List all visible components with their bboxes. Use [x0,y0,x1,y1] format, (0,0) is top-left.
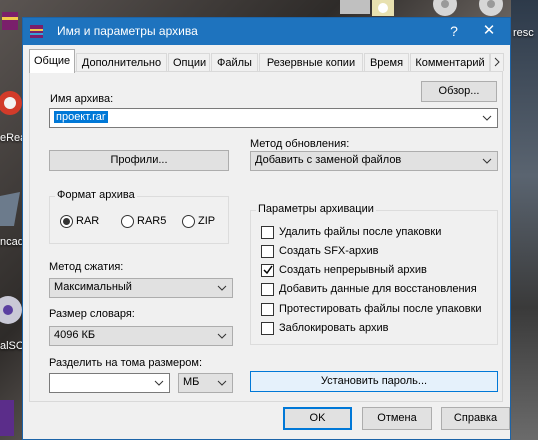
tab-files[interactable]: Файлы [211,53,258,71]
update-method-select[interactable]: Добавить с заменой файлов [250,151,498,171]
volume-unit-value: МБ [183,376,200,388]
browse-button[interactable]: Обзор... [421,81,497,102]
general-tab-panel: Имя архива: Обзор... проект.rar Профили.… [29,71,503,402]
checkbox-recovery-record-label[interactable]: Добавить данные для восстановления [279,283,477,295]
tab-time[interactable]: Время [364,53,409,71]
checkbox-recovery-record[interactable] [261,283,274,296]
chevron-right-icon [494,57,500,67]
desktop-bottom-icon[interactable] [0,396,20,440]
checkbox-lock-archive[interactable] [261,322,274,335]
dictionary-label: Размер словаря: [49,308,135,320]
tab-advanced[interactable]: Дополнительно [76,53,167,71]
radio-zip-label[interactable]: ZIP [198,215,215,227]
cancel-button[interactable]: Отмена [362,407,432,430]
desktop-label-disc: alSO [0,340,25,352]
set-password-button[interactable]: Установить пароль... [250,371,498,392]
close-icon[interactable]: ✕ [475,20,503,42]
volume-unit-select[interactable]: МБ [178,373,233,393]
archive-format-title: Формат архива [55,189,137,201]
compression-select[interactable]: Максимальный [49,278,233,298]
archive-name-input[interactable]: проект.rar [49,108,498,128]
archive-name-label: Имя архива: [50,93,114,105]
desktop-top-icon-1[interactable] [340,0,370,18]
help-titlebar-button[interactable]: ? [443,20,465,42]
compression-label: Метод сжатия: [49,261,124,273]
checkbox-delete-files-label[interactable]: Удалить файлы после упаковки [279,226,441,238]
volume-size-input[interactable] [49,373,170,393]
dialog-title: Имя и параметры архива [57,24,198,38]
checkbox-test-files-label[interactable]: Протестировать файлы после упаковки [279,303,482,315]
archive-format-group: Формат архива RAR RAR5 ZIP [49,189,229,244]
profiles-button[interactable]: Профили... [49,150,229,171]
archive-options-group: Параметры архивации Удалить файлы после … [250,203,498,345]
winrar-app-icon [30,25,43,38]
chevron-down-icon [217,380,227,386]
checkbox-test-files[interactable] [261,303,274,316]
archive-name-value: проект.rar [54,111,108,123]
checkbox-create-sfx-label[interactable]: Создать SFX-архив [279,245,379,257]
dialog-titlebar[interactable]: Имя и параметры архива ? ✕ [23,18,510,45]
desktop-app-icon[interactable] [0,190,22,230]
dictionary-select[interactable]: 4096 КБ [49,326,233,346]
desktop-reader-icon[interactable] [0,85,22,125]
chevron-down-icon [217,285,227,291]
chevron-down-icon[interactable] [481,109,493,127]
radio-zip[interactable] [182,215,195,228]
radio-rar[interactable] [60,215,73,228]
desktop-top-icon-4[interactable] [476,0,506,18]
tab-comment[interactable]: Комментарий [410,53,490,71]
tab-scroll-arrows[interactable] [490,53,504,71]
desktop-label-app: ncad [0,236,24,248]
tab-general[interactable]: Общие [29,49,75,73]
volumes-label: Разделить на тома размером: [49,357,203,369]
radio-rar-label[interactable]: RAR [76,215,99,227]
tab-options[interactable]: Опции [168,53,210,71]
compression-value: Максимальный [54,281,132,293]
desktop-right-strip [511,0,538,440]
desktop-disc-icon[interactable] [0,290,22,334]
tab-backups[interactable]: Резервные копии [259,53,363,71]
archive-dialog: Имя и параметры архива ? ✕ Общие Дополни… [22,17,511,440]
checkbox-lock-archive-label[interactable]: Заблокировать архив [279,322,388,334]
chevron-down-icon[interactable] [153,374,165,392]
chevron-down-icon [217,333,227,339]
desktop-label-right: resc [513,27,534,39]
update-method-value: Добавить с заменой файлов [255,154,402,166]
update-method-label: Метод обновления: [250,138,350,150]
desktop-top-icon-3[interactable] [430,0,460,18]
ok-button[interactable]: OK [283,407,352,430]
checkbox-solid-archive-label[interactable]: Создать непрерывный архив [279,264,427,276]
dictionary-value: 4096 КБ [54,329,96,341]
checkbox-create-sfx[interactable] [261,245,274,258]
checkmark-icon [263,265,273,275]
help-button[interactable]: Справка [441,407,510,430]
radio-rar5-label[interactable]: RAR5 [137,215,166,227]
desktop-top-icon-2[interactable] [368,0,398,18]
checkbox-delete-files[interactable] [261,226,274,239]
checkbox-solid-archive[interactable] [261,264,274,277]
desktop-winrar-icon[interactable] [0,10,20,32]
archive-options-title: Параметры архивации [256,203,376,215]
radio-rar5[interactable] [121,215,134,228]
chevron-down-icon [482,158,492,164]
